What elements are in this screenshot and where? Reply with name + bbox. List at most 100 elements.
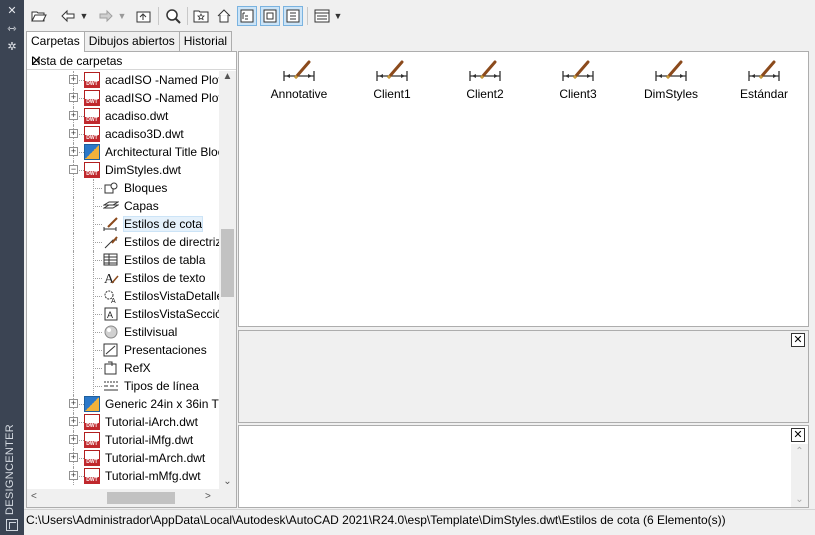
tree-row[interactable]: + Architectural Title Bloc (27, 143, 219, 161)
scroll-down-icon[interactable]: ⌄ (791, 494, 808, 505)
expand-icon[interactable]: + (69, 417, 78, 426)
tree-row[interactable]: Capas (27, 197, 219, 215)
tree-row[interactable]: + Generic 24in x 36in Tit (27, 395, 219, 413)
home-icon[interactable] (214, 6, 234, 26)
tree-row[interactable]: + acadiso3D.dwt (27, 125, 219, 143)
tree-guide-line (73, 251, 74, 269)
tree-row[interactable]: Estilos de tabla (27, 251, 219, 269)
section-icon: A (103, 306, 119, 322)
dimstyle-item-label: Client1 (373, 87, 411, 101)
open-icon[interactable] (29, 6, 49, 26)
close-icon[interactable]: ✕ (6, 5, 18, 17)
collapse-icon[interactable]: − (69, 165, 78, 174)
scroll-up-icon[interactable]: ▲ (219, 71, 236, 82)
views-dropdown-icon[interactable]: ▼ (332, 6, 344, 26)
description-icon[interactable] (283, 6, 303, 26)
expand-icon[interactable]: + (69, 453, 78, 462)
tree-row[interactable]: A Estilos de texto (27, 269, 219, 287)
tree-row[interactable]: + Tutorial-iArch.dwt (27, 413, 219, 431)
tree-row[interactable]: RefX (27, 359, 219, 377)
back-icon[interactable] (58, 6, 78, 26)
tree-row[interactable]: + Tutorial-iMfg.dwt (27, 431, 219, 449)
close-icon[interactable]: ✕ (31, 53, 231, 69)
tree-row[interactable]: Presentaciones (27, 341, 219, 359)
expand-icon[interactable]: + (69, 129, 78, 138)
forward-dropdown-icon[interactable]: ▼ (116, 6, 128, 26)
toolbar-separator (307, 7, 308, 25)
dimstyle-item[interactable]: Annotative (253, 58, 345, 101)
scroll-right-icon[interactable]: > (205, 491, 211, 502)
expand-icon[interactable]: + (69, 147, 78, 156)
dimension-style-icon (346, 58, 438, 84)
dimstyle-item[interactable]: Client2 (439, 58, 531, 101)
tree-row[interactable]: A EstilosVistaSección (27, 305, 219, 323)
expand-icon[interactable]: + (69, 471, 78, 480)
tree-vertical-scrollbar[interactable]: ▲ ⌄ (219, 71, 236, 489)
tree-row[interactable]: Bloques (27, 179, 219, 197)
tree-row[interactable]: − DimStyles.dwt (27, 161, 219, 179)
back-dropdown-icon[interactable]: ▼ (78, 6, 90, 26)
tree-guide-line (73, 341, 74, 359)
tree-row[interactable]: + Tutorial-mArch.dwt (27, 449, 219, 467)
scroll-left-icon[interactable]: < (31, 491, 37, 502)
tree-row[interactable]: + acadISO -Named Plot (27, 89, 219, 107)
tree-row[interactable]: + acadISO -Named Plot (27, 71, 219, 89)
close-description-button[interactable]: ✕ (791, 428, 805, 442)
expand-icon[interactable]: + (69, 435, 78, 444)
properties-icon[interactable]: ✲ (6, 41, 18, 53)
close-preview-button[interactable]: ✕ (791, 333, 805, 347)
visual-icon (103, 324, 119, 340)
dimstyle-item[interactable]: Client1 (346, 58, 438, 101)
palette-title: DESIGNCENTER (4, 424, 16, 515)
favorites-icon[interactable] (191, 6, 211, 26)
leader-icon (103, 234, 119, 250)
forward-icon[interactable] (96, 6, 116, 26)
search-icon[interactable] (163, 6, 183, 26)
scroll-thumb[interactable] (221, 229, 234, 297)
tree-guide-line (73, 359, 74, 377)
tree-row[interactable]: Tipos de línea (27, 377, 219, 395)
up-icon[interactable] (134, 6, 154, 26)
folder-list-header: Lista de carpetas ✕ (27, 52, 236, 70)
scroll-up-icon[interactable]: ⌃ (791, 446, 808, 457)
tree-guide-line (73, 197, 74, 215)
description-scrollbar[interactable]: ⌃ ⌄ (791, 444, 808, 507)
status-path: C:\Users\Administrador\AppData\Local\Aut… (26, 513, 726, 527)
expand-icon[interactable]: + (69, 111, 78, 120)
tree-guide-line (73, 179, 74, 197)
tree-guide-line (93, 278, 102, 279)
scroll-down-icon[interactable]: ⌄ (219, 476, 236, 487)
tree-row[interactable]: A EstilosVistaDetalle (27, 287, 219, 305)
dwt-file-icon (84, 162, 100, 178)
tab-dibujos-abiertos[interactable]: Dibujos abiertos (83, 31, 180, 51)
tree-row[interactable]: Estilos de directriz (27, 233, 219, 251)
tab-carpetas[interactable]: Carpetas (26, 31, 85, 52)
tree-view-icon[interactable] (237, 6, 257, 26)
views-icon[interactable] (312, 6, 332, 26)
expand-icon[interactable]: + (69, 399, 78, 408)
dimstyle-item[interactable]: DimStyles (625, 58, 717, 101)
tree-guide-line (93, 224, 102, 225)
preview-icon[interactable] (260, 6, 280, 26)
hscroll-thumb[interactable] (107, 492, 175, 504)
tree-row-label: DimStyles.dwt (105, 163, 182, 177)
description-pane: ✕ ⌃ ⌄ (238, 425, 809, 508)
svg-text:A: A (107, 310, 113, 320)
tree-row[interactable]: Estilvisual (27, 323, 219, 341)
tree-horizontal-scrollbar[interactable]: < > (27, 489, 236, 507)
tree-row[interactable]: + acadiso.dwt (27, 107, 219, 125)
tree-row[interactable]: Estilos de cota (27, 215, 219, 233)
tab-historial[interactable]: Historial (178, 31, 233, 51)
dimstyle-item[interactable]: Estándar (718, 58, 810, 101)
expand-icon[interactable]: + (69, 93, 78, 102)
dimstyle-item[interactable]: Client3 (532, 58, 624, 101)
dimstyle-item-label: Client3 (559, 87, 597, 101)
pin-icon[interactable]: ⇿ (6, 23, 18, 35)
dwt-file-icon (84, 126, 100, 142)
title-block-file-icon (84, 144, 100, 160)
tree-row[interactable]: + Tutorial-mMfg.dwt (27, 467, 219, 485)
grid-icon[interactable] (6, 519, 18, 531)
tree-guide-line (73, 305, 74, 323)
expand-icon[interactable]: + (69, 75, 78, 84)
tree-guide-line (73, 215, 74, 233)
